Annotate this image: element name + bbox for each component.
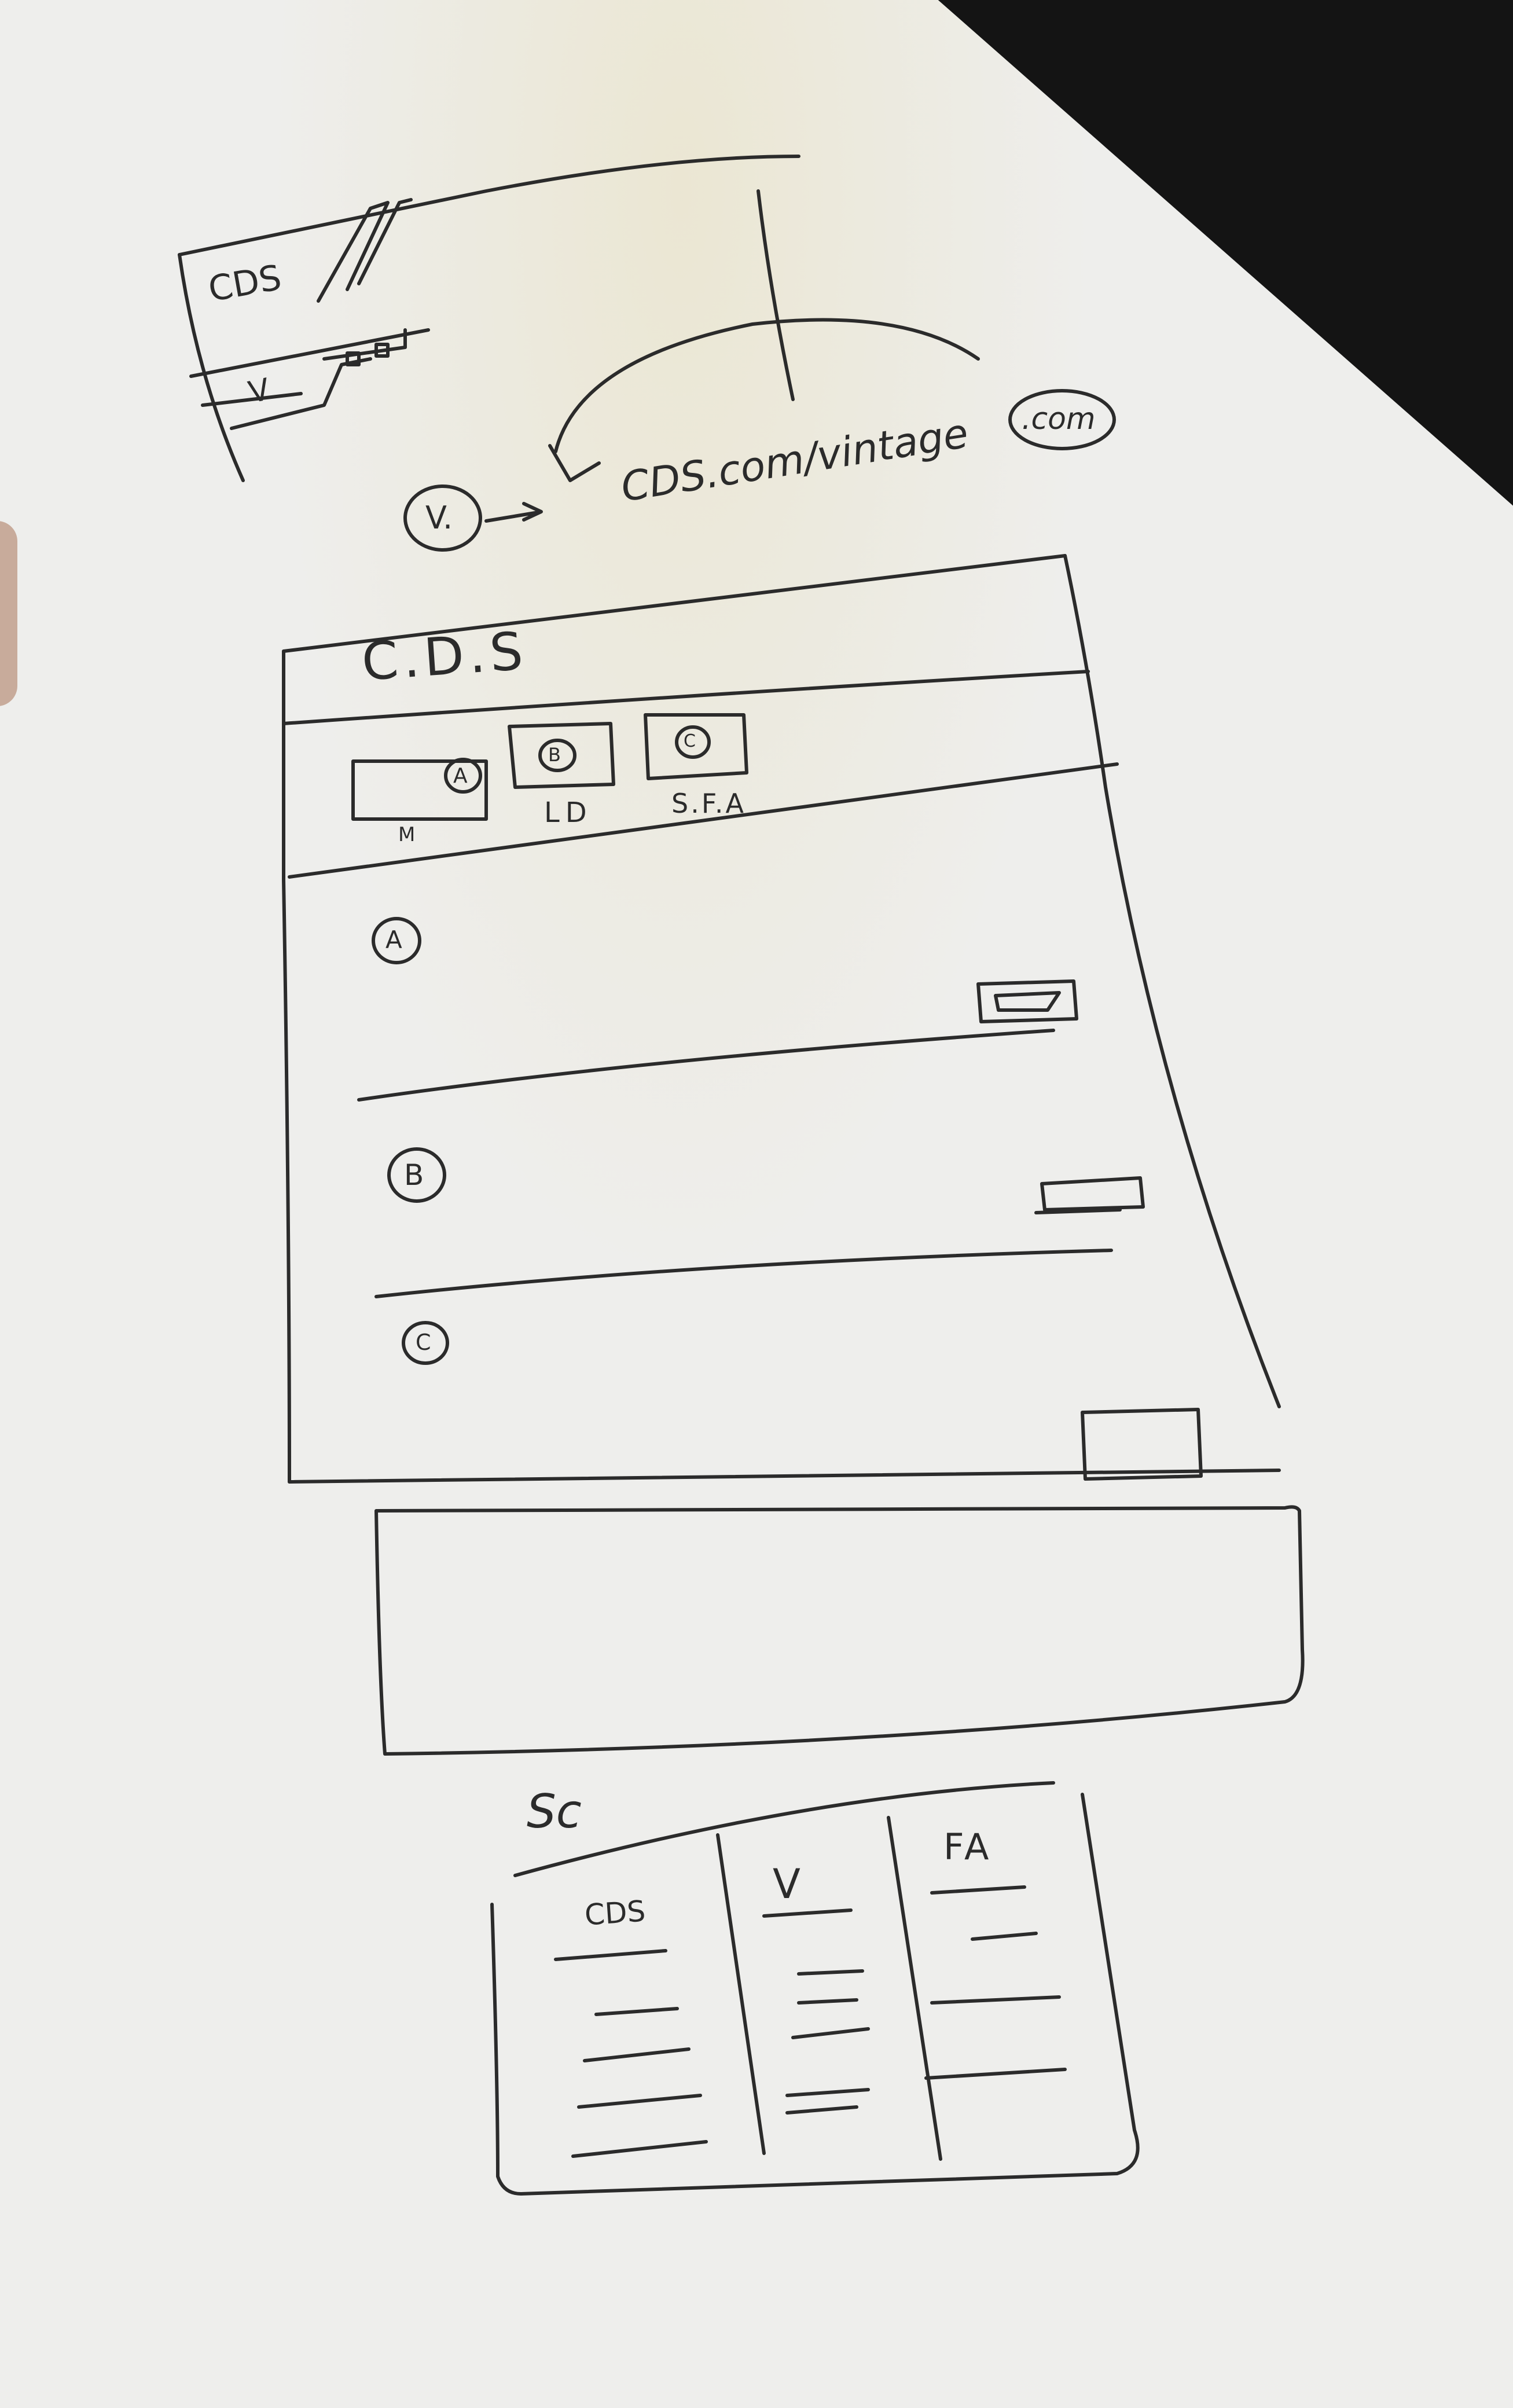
arrow-icon xyxy=(484,502,543,523)
tab-ld-label: LD xyxy=(544,796,593,829)
sketch-drawing xyxy=(178,155,1305,2196)
main-mockup-frame xyxy=(282,554,1281,1484)
tab-b-badge: B xyxy=(548,744,561,766)
tab-c-badge: C xyxy=(684,731,696,751)
table-header-fa: FA xyxy=(943,1826,993,1868)
table-header-cds: CDS xyxy=(583,1894,647,1932)
section-a-button xyxy=(976,979,1078,1023)
tab-sfa-box xyxy=(644,713,748,780)
url-marker-label: V. xyxy=(425,500,453,536)
section-b-button xyxy=(1040,1176,1145,1212)
top-mockup-frame xyxy=(178,155,800,482)
url-annotation-lines xyxy=(403,318,1116,552)
table-title: Sc xyxy=(527,1785,582,1838)
section-b-marker: B xyxy=(404,1158,424,1192)
tab-sfa-label: S.F.A xyxy=(671,788,746,819)
section-c-button xyxy=(1081,1408,1203,1481)
table-header-v: V xyxy=(773,1860,800,1908)
section-c-marker: C xyxy=(416,1330,431,1355)
section-a-marker: A xyxy=(385,926,402,954)
footer-box xyxy=(374,1505,1305,1756)
tab-a-badge: A xyxy=(453,764,468,788)
tab-ld-box xyxy=(508,722,615,789)
bottom-table-frame xyxy=(490,1781,1140,2196)
page-title: C.D.S xyxy=(359,621,530,693)
tab-m-label: M xyxy=(398,823,416,846)
url-domain: .com xyxy=(1022,402,1096,436)
